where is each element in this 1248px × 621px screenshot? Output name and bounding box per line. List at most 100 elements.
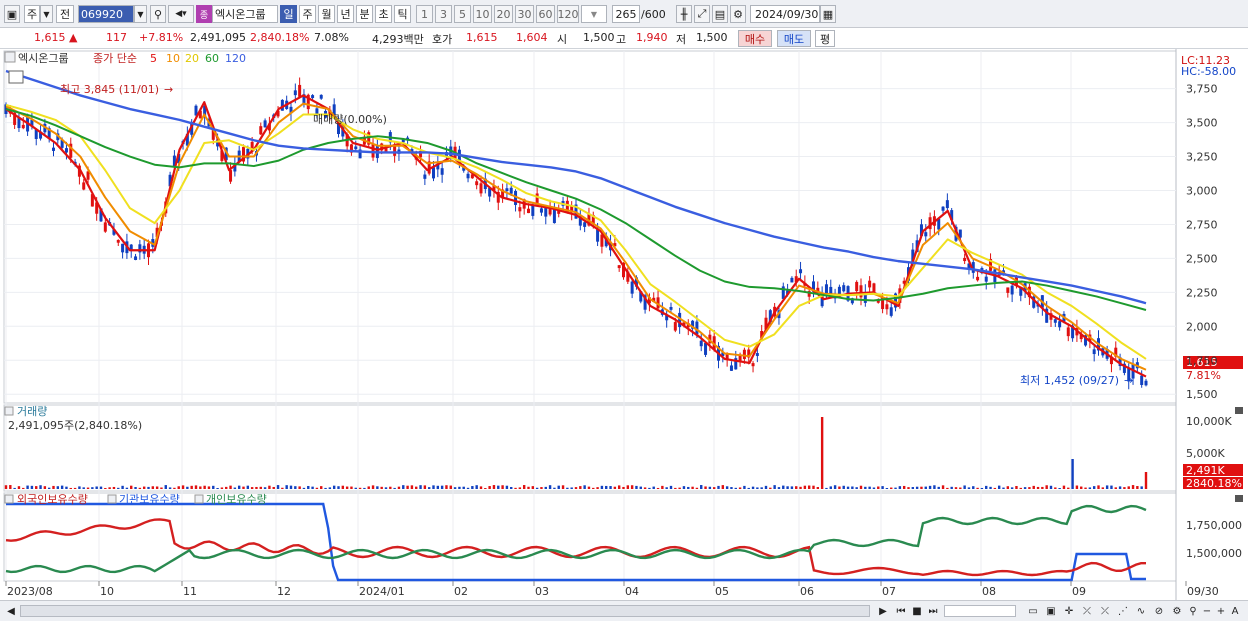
code-input[interactable]: 069920 bbox=[78, 5, 134, 23]
eval-button[interactable]: 평 bbox=[815, 30, 835, 47]
tab-year[interactable]: 년 bbox=[337, 5, 354, 23]
chart-type-icon[interactable]: ⤢ bbox=[694, 5, 710, 23]
forward-icon[interactable]: ⏭ bbox=[926, 604, 940, 618]
date-input[interactable]: 2024/09/30 bbox=[750, 5, 820, 23]
search-icon[interactable]: ⚲ bbox=[1186, 604, 1200, 618]
volume-bar bbox=[423, 485, 427, 489]
calendar-icon[interactable]: ▦ bbox=[820, 5, 836, 23]
chevron-down-icon[interactable]: ▼ bbox=[40, 5, 53, 23]
panel-close-icon[interactable] bbox=[1235, 407, 1243, 414]
candle-body bbox=[704, 343, 708, 355]
volume-bar bbox=[376, 486, 379, 489]
volume-bar bbox=[26, 485, 29, 489]
legend-marker-icon bbox=[194, 494, 204, 504]
crosshair-icon[interactable]: ✛ bbox=[1062, 604, 1076, 618]
scroll-right-icon[interactable]: ▶ bbox=[876, 604, 890, 618]
sell-button[interactable]: 매도 bbox=[777, 30, 811, 47]
panel-menu-icon[interactable] bbox=[4, 406, 14, 416]
chevron-down-icon[interactable]: ▼ bbox=[134, 5, 147, 23]
hold-tick-1500000: 1,500,000 bbox=[1186, 547, 1242, 560]
last-volume-pct: 2840.18% bbox=[1186, 477, 1242, 490]
tab-week[interactable]: 주 bbox=[299, 5, 316, 23]
tab-minute[interactable]: 분 bbox=[356, 5, 373, 23]
volume-bar bbox=[855, 487, 858, 489]
volume-bar bbox=[142, 486, 146, 489]
zoom-slider[interactable] bbox=[944, 605, 1016, 617]
font-size-icon[interactable]: A bbox=[1228, 604, 1242, 618]
zoom-out-icon[interactable]: − bbox=[1200, 604, 1214, 618]
stock-chart[interactable]: 엑시온그룹 종가 단순 5 10 20 60 120 LC:11.23 HC:-… bbox=[0, 49, 1248, 600]
volume-bar bbox=[505, 485, 509, 489]
trend-tool-icon[interactable]: ⤫ bbox=[1098, 604, 1112, 618]
panel-menu-icon[interactable] bbox=[4, 494, 14, 504]
panel-close-icon[interactable] bbox=[1235, 495, 1243, 502]
period-select[interactable]: 주 bbox=[24, 5, 40, 23]
volume-bar bbox=[915, 486, 919, 489]
volume-bar bbox=[1028, 487, 1031, 489]
volume-bar bbox=[484, 487, 487, 489]
scroll-left-icon[interactable]: ◀ bbox=[4, 604, 18, 618]
scrollbar-track[interactable] bbox=[20, 605, 870, 617]
toolbar: ▣ 주 ▼ 전 069920 ▼ ⚲ ◀▾ 종 엑시온그룹 일 주 월 년 분 … bbox=[0, 0, 1248, 28]
interval-1[interactable]: 1 bbox=[416, 5, 433, 23]
up-arrow-icon: ▲ bbox=[69, 31, 78, 44]
search-icon[interactable]: ⚲ bbox=[150, 5, 166, 23]
interval-20[interactable]: 20 bbox=[494, 5, 513, 23]
volume-bar bbox=[1019, 487, 1022, 489]
candle-body bbox=[742, 349, 746, 360]
erase-tool-icon[interactable]: ⊘ bbox=[1152, 604, 1166, 618]
rewind-icon[interactable]: ⏮ bbox=[894, 604, 908, 618]
interval-120[interactable]: 120 bbox=[557, 5, 579, 23]
volume-bar bbox=[147, 486, 150, 489]
volume-bar bbox=[1075, 485, 1079, 489]
tab-second[interactable]: 초 bbox=[375, 5, 392, 23]
volume-bar bbox=[1080, 486, 1083, 489]
interval-10[interactable]: 10 bbox=[473, 5, 492, 23]
image-icon[interactable]: ▣ bbox=[1044, 604, 1058, 618]
buy-button[interactable]: 매수 bbox=[738, 30, 772, 47]
settings-tool-icon[interactable]: ⚙ bbox=[1170, 604, 1184, 618]
drawing-tool-icon[interactable]: ▭ bbox=[1026, 604, 1040, 618]
layout-icon[interactable]: ▣ bbox=[4, 5, 20, 23]
type-select[interactable]: 전 bbox=[56, 5, 74, 23]
interval-5[interactable]: 5 bbox=[454, 5, 471, 23]
zoom-in-icon[interactable]: + bbox=[1214, 604, 1228, 618]
panel-menu-icon[interactable] bbox=[4, 51, 16, 63]
interval-3[interactable]: 3 bbox=[435, 5, 452, 23]
candle-body bbox=[539, 208, 543, 213]
fib-tool-icon[interactable]: ⋰ bbox=[1116, 604, 1130, 618]
stop-icon[interactable]: ■ bbox=[910, 604, 924, 618]
candle-icon[interactable]: ╫ bbox=[676, 5, 692, 23]
volume-bar bbox=[250, 487, 254, 489]
volume-bar bbox=[367, 486, 370, 489]
interval-60[interactable]: 60 bbox=[536, 5, 555, 23]
volume-bar bbox=[99, 486, 103, 489]
volume-bar bbox=[415, 486, 418, 489]
gear-icon[interactable]: ⚙ bbox=[730, 5, 746, 23]
tab-month[interactable]: 월 bbox=[318, 5, 335, 23]
interval-30[interactable]: 30 bbox=[515, 5, 534, 23]
volume-bar bbox=[682, 486, 686, 489]
volume-bar bbox=[1045, 485, 1048, 489]
interval-select[interactable]: ▼ bbox=[581, 5, 607, 23]
grid-table-icon[interactable] bbox=[8, 70, 24, 84]
count-input[interactable]: 265 bbox=[612, 5, 640, 23]
wave-tool-icon[interactable]: ∿ bbox=[1134, 604, 1148, 618]
candle-body bbox=[1092, 349, 1096, 355]
volume-bar bbox=[155, 486, 159, 489]
tab-tick[interactable]: 틱 bbox=[394, 5, 411, 23]
tab-label: 초 bbox=[378, 8, 389, 21]
line-tool-icon[interactable]: ⤫ bbox=[1080, 604, 1094, 618]
tab-day[interactable]: 일 bbox=[280, 5, 297, 23]
candle-body bbox=[479, 183, 483, 194]
volume-bar bbox=[350, 486, 353, 489]
volume-bar bbox=[760, 487, 763, 489]
save-icon[interactable]: ▤ bbox=[712, 5, 728, 23]
speaker-icon[interactable]: ◀▾ bbox=[168, 5, 194, 23]
volume-bar bbox=[1136, 486, 1139, 489]
candle-body bbox=[1006, 287, 1010, 293]
volume-bar bbox=[989, 486, 992, 489]
volume-bar bbox=[263, 487, 267, 489]
volume-bar bbox=[160, 487, 163, 489]
volume-bar bbox=[842, 485, 845, 489]
